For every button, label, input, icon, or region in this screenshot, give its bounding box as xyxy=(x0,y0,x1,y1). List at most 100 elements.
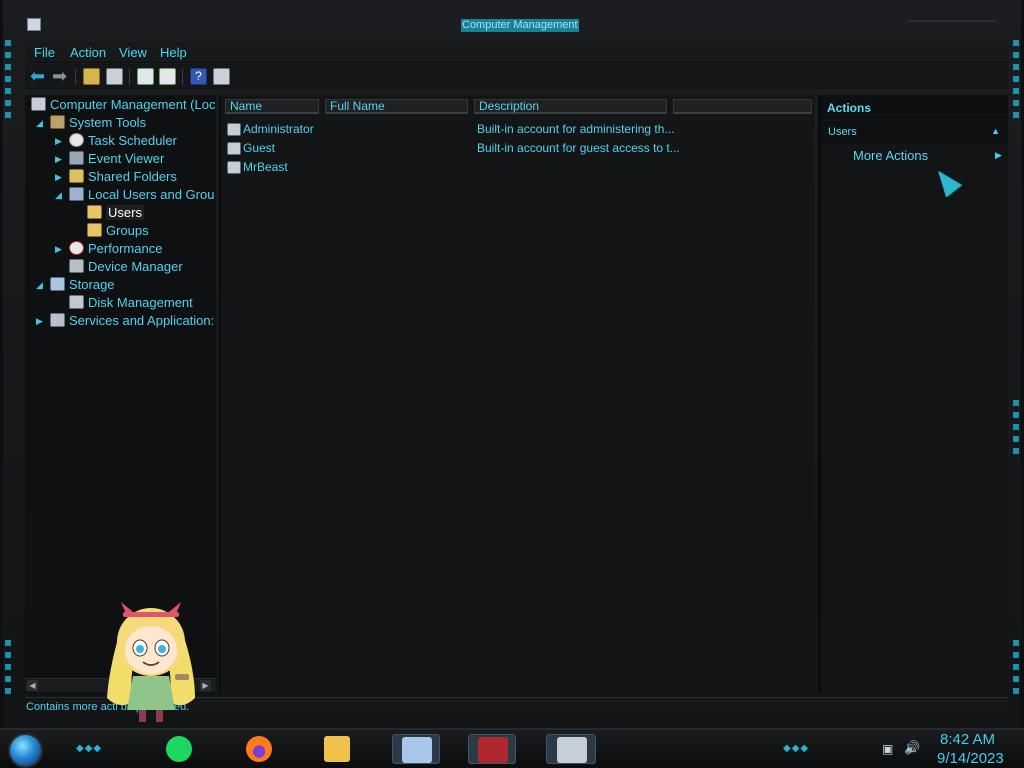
event-viewer-icon xyxy=(69,151,84,165)
chevron-right-icon[interactable]: ▶ xyxy=(55,168,65,186)
tree-item-groups[interactable]: Groups xyxy=(87,222,149,240)
toolbar-separator xyxy=(182,69,183,85)
up-folder-icon[interactable] xyxy=(83,68,100,85)
title-bar[interactable]: Computer Management xyxy=(3,12,1024,42)
menu-help[interactable]: Help xyxy=(160,45,187,60)
tree-item-local-users-and-groups[interactable]: ◢ Local Users and Grou xyxy=(55,186,214,204)
taskbar-decoration: ◆◆◆ xyxy=(76,743,103,754)
clock-time[interactable]: 8:42 AM xyxy=(940,731,995,748)
network-icon[interactable]: ▣ xyxy=(882,742,893,756)
column-header-name[interactable]: Name xyxy=(225,99,319,114)
window-controls[interactable] xyxy=(907,12,997,22)
column-header-description[interactable]: Description xyxy=(474,99,667,114)
show-hide-tree-icon[interactable] xyxy=(106,68,123,85)
tree-item-device-manager[interactable]: Device Manager xyxy=(69,258,183,276)
performance-icon xyxy=(69,241,84,255)
column-header-extra[interactable] xyxy=(673,99,812,114)
actions-section-label: Users xyxy=(828,126,857,138)
user-icon xyxy=(227,123,241,136)
toolbar: ⬅ ➡ ? xyxy=(25,64,1008,89)
actions-section-users[interactable]: Users ▲ xyxy=(821,121,1008,143)
toolbar-separator xyxy=(75,69,76,85)
tree-item-disk-management[interactable]: Disk Management xyxy=(69,294,193,312)
table-row-administrator[interactable]: Administrator Built-in account for admin… xyxy=(225,120,810,139)
export-list-icon[interactable] xyxy=(159,68,176,85)
taskbar-app-firefox[interactable] xyxy=(238,734,278,764)
computer-management-icon xyxy=(557,737,587,763)
tree-item-services-and-applications[interactable]: ▶ Services and Application: xyxy=(36,312,214,330)
collapse-up-icon[interactable]: ▲ xyxy=(991,126,1000,136)
show-hide-action-pane-icon[interactable] xyxy=(213,68,230,85)
chevron-right-icon[interactable]: ▶ xyxy=(995,150,1002,161)
taskbar-app-window[interactable] xyxy=(392,734,440,764)
chevron-down-icon[interactable]: ◢ xyxy=(55,186,65,204)
computer-management-app-icon xyxy=(27,18,41,31)
computer-management-window: Computer Management File Action View Hel… xyxy=(0,0,1024,728)
services-icon xyxy=(50,313,65,327)
scroll-left-icon[interactable]: ◀ xyxy=(27,680,38,691)
actions-header: Actions xyxy=(821,95,1008,119)
computer-icon xyxy=(31,97,46,111)
storage-icon xyxy=(50,277,65,291)
menu-view[interactable]: View xyxy=(119,45,147,60)
tree-item-shared-folders[interactable]: ▶ Shared Folders xyxy=(55,168,177,186)
start-button[interactable] xyxy=(8,733,43,768)
tree-item-performance[interactable]: ▶ Performance xyxy=(55,240,162,258)
app-window-icon xyxy=(402,737,432,763)
taskbar-app-media[interactable] xyxy=(468,734,516,764)
help-icon[interactable]: ? xyxy=(190,68,207,85)
tree-item-task-scheduler[interactable]: ▶ Task Scheduler xyxy=(55,132,177,150)
taskbar-app-computer-management[interactable] xyxy=(546,734,596,764)
disk-icon xyxy=(69,295,84,309)
volume-icon[interactable]: 🔊 xyxy=(904,740,920,756)
tree-item-event-viewer[interactable]: ▶ Event Viewer xyxy=(55,150,164,168)
chevron-right-icon[interactable]: ▶ xyxy=(36,312,46,330)
table-row-guest[interactable]: Guest Built-in account for guest access … xyxy=(225,139,810,158)
chevron-right-icon[interactable]: ▶ xyxy=(55,150,65,168)
taskbar-app-spotify[interactable] xyxy=(158,734,198,764)
refresh-icon[interactable] xyxy=(137,68,154,85)
forward-icon[interactable]: ➡ xyxy=(51,67,68,85)
user-icon xyxy=(227,142,241,155)
desktop: Computer Management File Action View Hel… xyxy=(0,0,1024,768)
menu-file[interactable]: File xyxy=(34,45,55,60)
user-name: Administrator xyxy=(243,122,314,136)
chevron-right-icon[interactable]: ▶ xyxy=(55,132,65,150)
character-sticker xyxy=(107,602,195,722)
taskbar-decoration: ◆◆◆ xyxy=(783,743,810,754)
column-header-full-name[interactable]: Full Name xyxy=(325,99,468,114)
file-explorer-icon xyxy=(324,736,350,762)
back-icon[interactable]: ⬅ xyxy=(29,67,46,85)
shared-folder-icon xyxy=(69,169,84,183)
user-name: MrBeast xyxy=(243,160,288,174)
frame-glow-left xyxy=(5,40,11,120)
frame-glow-right xyxy=(1013,40,1019,120)
tree-item-system-tools[interactable]: ◢ System Tools xyxy=(36,114,146,132)
chevron-down-icon[interactable]: ◢ xyxy=(36,114,46,132)
toolbar-separator xyxy=(129,69,130,85)
tools-icon xyxy=(50,115,65,129)
window-title: Computer Management xyxy=(461,19,579,32)
device-manager-icon xyxy=(69,259,84,273)
chevron-right-icon[interactable]: ▶ xyxy=(55,240,65,258)
media-app-icon xyxy=(478,737,508,763)
table-row-mrbeast[interactable]: MrBeast xyxy=(225,158,810,177)
spotify-icon xyxy=(166,736,192,762)
clock-date[interactable]: 9/14/2023 xyxy=(937,750,1004,767)
taskbar-app-file-explorer[interactable] xyxy=(316,734,356,764)
chevron-down-icon[interactable]: ◢ xyxy=(36,276,46,294)
clock-icon xyxy=(69,133,84,147)
frame-glow-right-bottom xyxy=(1013,640,1019,700)
actions-pane: Actions Users ▲ More Actions ▶ xyxy=(818,95,1008,693)
user-icon xyxy=(227,161,241,174)
users-list: Name Full Name Description Administrator… xyxy=(219,95,814,693)
tree-item-computer-management[interactable]: Computer Management (Loc xyxy=(31,96,215,114)
menu-action[interactable]: Action xyxy=(70,45,106,60)
tree-item-storage[interactable]: ◢ Storage xyxy=(36,276,115,294)
frame-glow-right-mid xyxy=(1013,400,1019,460)
more-actions-item[interactable]: More Actions xyxy=(853,148,928,163)
user-description: Built-in account for guest access to t..… xyxy=(477,141,680,155)
users-icon xyxy=(69,187,84,201)
taskbar: ◆◆◆ ◆◆◆ ▣ 🔊 8:42 AM 9/14/2023 xyxy=(0,728,1024,768)
tree-item-users[interactable]: Users xyxy=(87,204,144,222)
